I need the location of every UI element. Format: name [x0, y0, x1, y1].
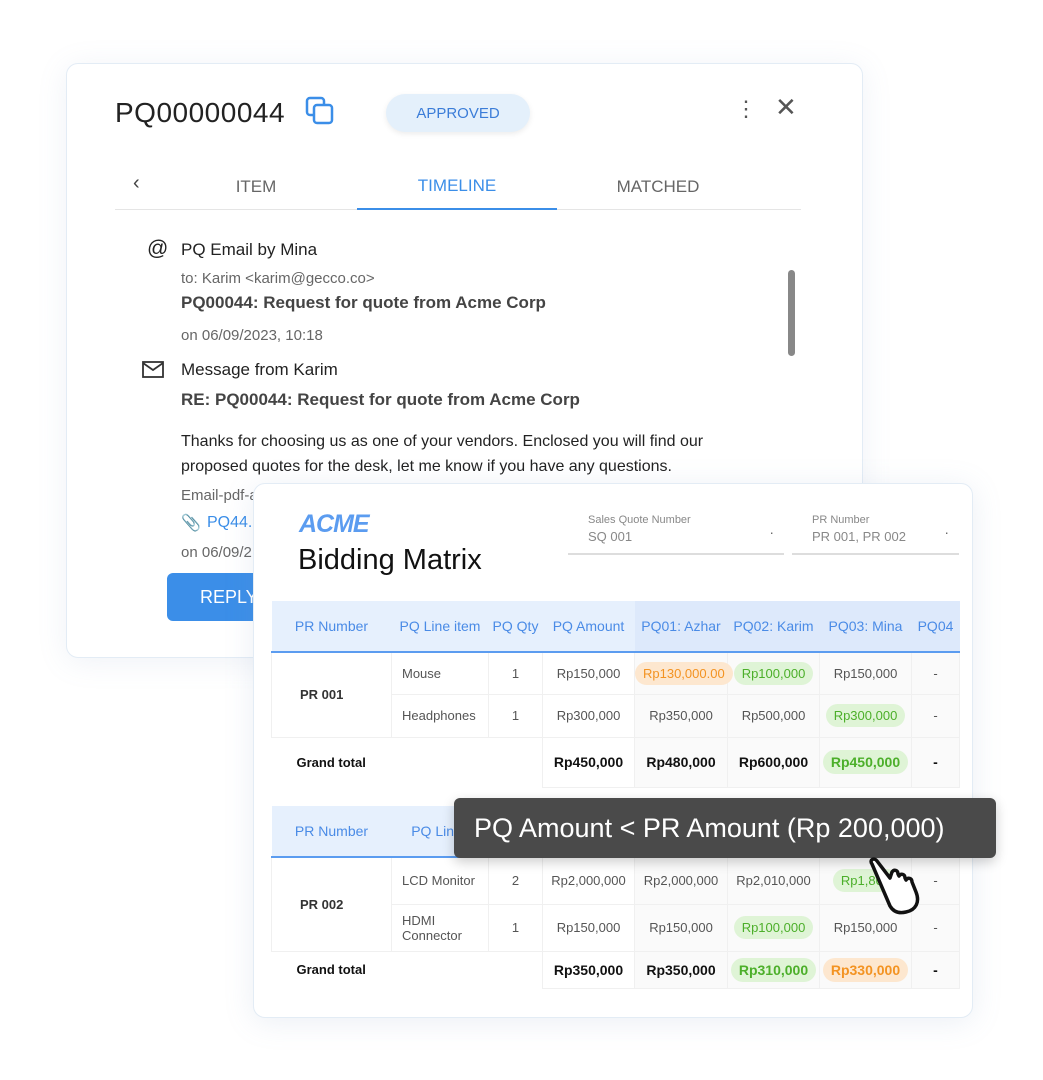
pr-number-cell: PR 001	[271, 651, 392, 738]
table-row: PR 001 Mouse 1 Rp150,000 Rp130,000.00 Rp100,0…	[271, 651, 960, 738]
quote-cell[interactable]: -	[925, 916, 945, 939]
pq-title: PQ00000044	[115, 97, 286, 128]
amount-cell: Rp150,000	[542, 903, 635, 952]
quote-cell[interactable]: Rp300,000	[825, 704, 906, 727]
grand-total-row: Grand total Rp350,000 Rp350,000 Rp310,000 Rp…	[271, 950, 960, 989]
message-body: proposed quotes for the desk, let me kno…	[181, 458, 672, 475]
grand-total-quote: Rp600,000	[738, 754, 809, 770]
grand-total-quote: -	[933, 754, 938, 770]
line-item-cell: Mouse	[391, 651, 489, 695]
attachment-link[interactable]: PQ44.	[207, 514, 252, 532]
quote-cell[interactable]: Rp2,010,000	[728, 869, 818, 892]
column-header[interactable]: PQ04	[911, 601, 960, 653]
quote-cell[interactable]: Rp150,000	[641, 916, 721, 939]
quote-cell[interactable]: -	[925, 662, 945, 685]
grand-total-quote: Rp330,000	[822, 957, 909, 982]
amount-cell: Rp150,000	[542, 651, 635, 695]
bidding-matrix-card: ACME Bidding Matrix Sales Quote Number S…	[253, 483, 973, 1018]
mail-icon	[142, 361, 164, 378]
quote-cell[interactable]: Rp100,000	[733, 916, 814, 939]
at-icon: @	[147, 237, 169, 260]
grand-total-quote: -	[933, 961, 938, 978]
quote-cell[interactable]: -	[925, 704, 945, 727]
grand-total-quote: Rp350,000	[646, 961, 716, 978]
message-subject: RE: PQ00044: Request for quote from Acme…	[181, 390, 580, 409]
field-value: PR 001, PR 002	[812, 529, 906, 544]
grand-total-amount: Rp450,000	[542, 736, 635, 788]
chevron-down-icon: ·	[944, 524, 949, 540]
grand-total-label: Grand total	[271, 736, 543, 787]
grand-total-row: Grand total Rp450,000 Rp480,000 Rp600,000 Rp…	[271, 736, 960, 788]
close-icon[interactable]: ✕	[775, 92, 797, 123]
chevron-down-icon: ·	[769, 524, 774, 540]
tab-matched[interactable]: MATCHED	[558, 164, 758, 210]
quote-cell[interactable]: Rp350,000	[641, 704, 721, 727]
pr-number-select[interactable]: PR Number PR 001, PR 002 ·	[792, 514, 959, 555]
tab-bar: ‹ ITEM TIMELINE MATCHED	[115, 164, 801, 210]
field-value: SQ 001	[588, 529, 633, 544]
quote-cell[interactable]: Rp500,000	[734, 704, 814, 727]
line-item-cell: LCD Monitor	[391, 856, 489, 905]
column-header[interactable]: PQ Line item	[391, 601, 489, 653]
quote-cell[interactable]: Rp150,000	[826, 662, 906, 685]
amount-cell: Rp300,000	[542, 693, 635, 738]
sales-quote-select[interactable]: Sales Quote Number SQ 001 ·	[568, 514, 784, 555]
pr-number-cell: PR 002	[271, 856, 392, 952]
scrollbar[interactable]	[788, 270, 795, 356]
quote-cell[interactable]: Rp100,000	[733, 661, 814, 685]
column-header[interactable]: PR Number	[271, 601, 392, 653]
grand-total-quote: Rp480,000	[646, 754, 716, 770]
grand-total-quote: Rp450,000	[822, 750, 909, 774]
column-header[interactable]: PQ01: Azhar	[634, 601, 728, 653]
qty-cell: 1	[488, 903, 543, 952]
chevron-left-icon[interactable]: ‹	[133, 172, 140, 195]
bidding-table-pr001: PR Number PQ Line item PQ Qty PQ Amount PQ01…	[271, 601, 960, 788]
field-label: PR Number	[812, 514, 870, 526]
column-header[interactable]: PQ03: Mina	[819, 601, 912, 653]
grand-total-amount: Rp350,000	[542, 950, 635, 989]
acme-logo: ACME	[299, 510, 370, 538]
quote-cell[interactable]: Rp130,000.00	[635, 661, 733, 685]
timeline-date: on 06/09/2023, 10:18	[181, 327, 323, 344]
qty-cell: 1	[488, 693, 543, 738]
qty-cell: 2	[488, 856, 543, 905]
column-header[interactable]: PR Number	[271, 806, 392, 858]
email-recipient: to: Karim <karim@gecco.co>	[181, 270, 375, 287]
column-header[interactable]: PQ Qty	[488, 601, 543, 653]
attachment-label: Email-pdf-a	[181, 487, 258, 504]
tab-item[interactable]: ITEM	[156, 164, 356, 210]
table-row: PR 002 LCD Monitor 2 Rp2,000,000 Rp2,000,000…	[271, 856, 960, 952]
timeline-title: PQ Email by Mina	[181, 240, 318, 259]
timeline-title: Message from Karim	[181, 360, 338, 379]
status-badge: APPROVED	[386, 94, 530, 132]
column-header[interactable]: PQ02: Karim	[727, 601, 820, 653]
tab-timeline[interactable]: TIMELINE	[357, 164, 557, 210]
copy-icon[interactable]	[305, 96, 335, 126]
paperclip-icon: 📎	[181, 515, 201, 532]
email-subject: PQ00044: Request for quote from Acme Cor…	[181, 293, 546, 312]
qty-cell: 1	[488, 651, 543, 695]
hand-pointer-icon	[869, 857, 920, 915]
grand-total-label: Grand total	[271, 950, 543, 988]
quote-cell[interactable]: Rp2,000,000	[636, 869, 726, 892]
column-header[interactable]: PQ Amount	[542, 601, 635, 653]
header-row: PR Number PQ Line item PQ Qty PQ Amount PQ01…	[271, 601, 960, 653]
message-body: Thanks for choosing us as one of your ve…	[181, 433, 704, 450]
line-item-cell: Headphones	[391, 693, 489, 738]
more-options-icon[interactable]: ⋮	[735, 96, 757, 122]
line-item-cell: HDMI Connector	[391, 903, 489, 952]
grand-total-quote: Rp310,000	[730, 957, 817, 982]
tooltip: PQ Amount < PR Amount (Rp 200,000)	[454, 798, 996, 858]
amount-cell: Rp2,000,000	[542, 856, 635, 905]
quote-cell[interactable]: Rp150,000	[826, 916, 906, 939]
timeline-date: on 06/09/2	[181, 544, 252, 561]
field-label: Sales Quote Number	[588, 514, 691, 526]
page-title: Bidding Matrix	[298, 544, 482, 576]
